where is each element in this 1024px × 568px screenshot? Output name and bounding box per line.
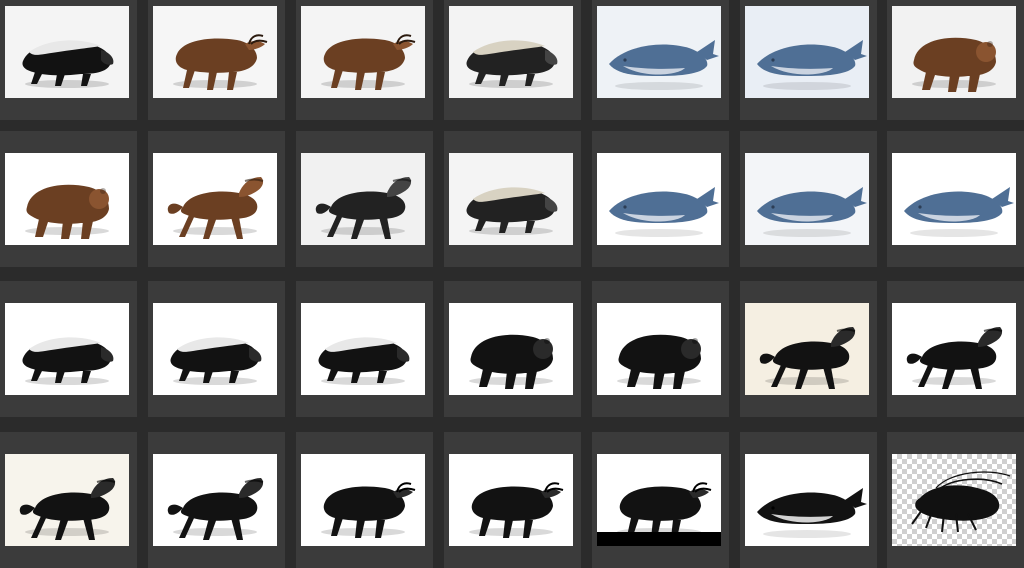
bear-image: [912, 37, 996, 92]
bear-image: [25, 184, 109, 239]
bull-image: [469, 482, 564, 538]
thumbnail-image-bear[interactable]: [597, 303, 721, 395]
thumbnail-image-bear[interactable]: [449, 303, 573, 395]
honey-badger-image: [22, 40, 114, 88]
thumbnail-image-whale[interactable]: [597, 153, 721, 245]
bull-image: [321, 34, 416, 90]
thumbnail-image-bull[interactable]: [301, 454, 425, 546]
gallery-thumbnail-cell-r4-c7[interactable]: [887, 432, 1024, 568]
gallery-thumbnail-cell-r2-c6[interactable]: [740, 131, 877, 267]
gallery-thumbnail-cell-r2-c1[interactable]: [0, 131, 137, 267]
gallery-thumbnail-cell-r3-c7[interactable]: [887, 281, 1024, 417]
gallery-thumbnail-cell-r3-c4[interactable]: [444, 281, 581, 417]
gallery-thumbnail-cell-r4-c3[interactable]: [296, 432, 433, 568]
thumbnail-image-honey-badger[interactable]: [5, 6, 129, 98]
bull-image: [173, 34, 268, 90]
gallery-thumbnail-cell-r3-c1[interactable]: [0, 281, 137, 417]
gallery-thumbnail-cell-r2-c2[interactable]: [148, 131, 285, 267]
gallery-thumbnail-cell-r4-c2[interactable]: [148, 432, 285, 568]
thumbnail-image-horse[interactable]: [153, 153, 277, 245]
gallery-thumbnail-cell-r1-c6[interactable]: [740, 0, 877, 120]
bull-image: [321, 482, 416, 538]
thumbnail-image-honey-badger[interactable]: [153, 303, 277, 395]
honey-badger-image: [466, 187, 558, 235]
honey-badger-image: [466, 40, 558, 88]
horse-image: [315, 177, 412, 239]
thumbnail-image-bull[interactable]: [597, 454, 721, 546]
gallery-thumbnail-cell-r2-c5[interactable]: [592, 131, 729, 267]
thumbnail-image-bear[interactable]: [5, 153, 129, 245]
whale-image: [757, 488, 867, 538]
bear-image: [469, 334, 553, 389]
bear-image: [617, 334, 701, 389]
gallery-thumbnail-cell-r3-c2[interactable]: [148, 281, 285, 417]
thumbnail-image-whale[interactable]: [597, 6, 721, 98]
honey-badger-image: [318, 337, 410, 385]
thumbnail-image-honey-badger[interactable]: [449, 153, 573, 245]
thumbnail-image-bear[interactable]: [892, 6, 1016, 98]
thumbnail-image-bull[interactable]: [449, 454, 573, 546]
gallery-thumbnail-cell-r1-c7[interactable]: [887, 0, 1024, 120]
gallery-thumbnail-cell-r1-c2[interactable]: [148, 0, 285, 120]
horse-image: [906, 327, 1003, 389]
horse-image: [167, 478, 264, 540]
thumbnail-image-bull[interactable]: [301, 6, 425, 98]
gallery-thumbnail-cell-r3-c3[interactable]: [296, 281, 433, 417]
gallery-thumbnail-cell-r1-c1[interactable]: [0, 0, 137, 120]
whale-image: [609, 40, 719, 90]
gallery-thumbnail-cell-r3-c6[interactable]: [740, 281, 877, 417]
thumbnail-image-whale[interactable]: [745, 6, 869, 98]
gallery-thumbnail-cell-r2-c3[interactable]: [296, 131, 433, 267]
thumbnail-image-honey-badger[interactable]: [5, 303, 129, 395]
thumbnail-image-horse[interactable]: [153, 454, 277, 546]
horse-image: [759, 327, 856, 389]
whale-image: [904, 187, 1014, 237]
gallery-thumbnail-cell-r3-c5[interactable]: [592, 281, 729, 417]
bull-image: [597, 482, 721, 546]
gallery-thumbnail-cell-r4-c1[interactable]: [0, 432, 137, 568]
thumbnail-image-whale[interactable]: [745, 454, 869, 546]
honey-badger-image: [22, 337, 114, 385]
gallery-thumbnail-cell-r1-c5[interactable]: [592, 0, 729, 120]
whale-image: [757, 187, 867, 237]
thumbnail-image-bull[interactable]: [153, 6, 277, 98]
gallery-thumbnail-cell-r4-c5[interactable]: [592, 432, 729, 568]
horse-image: [167, 177, 264, 239]
thumbnail-image-honey-badger[interactable]: [301, 303, 425, 395]
shrimp-image: [911, 471, 1011, 533]
thumbnail-image-honey-badger[interactable]: [449, 6, 573, 98]
image-gallery-grid: [0, 0, 1024, 568]
gallery-thumbnail-cell-r2-c7[interactable]: [887, 131, 1024, 267]
thumbnail-image-shrimp[interactable]: [892, 454, 1016, 546]
whale-image: [609, 187, 719, 237]
thumbnail-image-horse[interactable]: [5, 454, 129, 546]
gallery-thumbnail-cell-r4-c4[interactable]: [444, 432, 581, 568]
gallery-thumbnail-cell-r4-c6[interactable]: [740, 432, 877, 568]
honey-badger-image: [170, 337, 262, 385]
gallery-thumbnail-cell-r2-c4[interactable]: [444, 131, 581, 267]
thumbnail-image-horse[interactable]: [892, 303, 1016, 395]
thumbnail-image-whale[interactable]: [745, 153, 869, 245]
horse-image: [19, 478, 116, 540]
whale-image: [757, 40, 867, 90]
thumbnail-image-horse[interactable]: [301, 153, 425, 245]
thumbnail-image-whale[interactable]: [892, 153, 1016, 245]
gallery-thumbnail-cell-r1-c4[interactable]: [444, 0, 581, 120]
gallery-thumbnail-cell-r1-c3[interactable]: [296, 0, 433, 120]
thumbnail-image-horse[interactable]: [745, 303, 869, 395]
